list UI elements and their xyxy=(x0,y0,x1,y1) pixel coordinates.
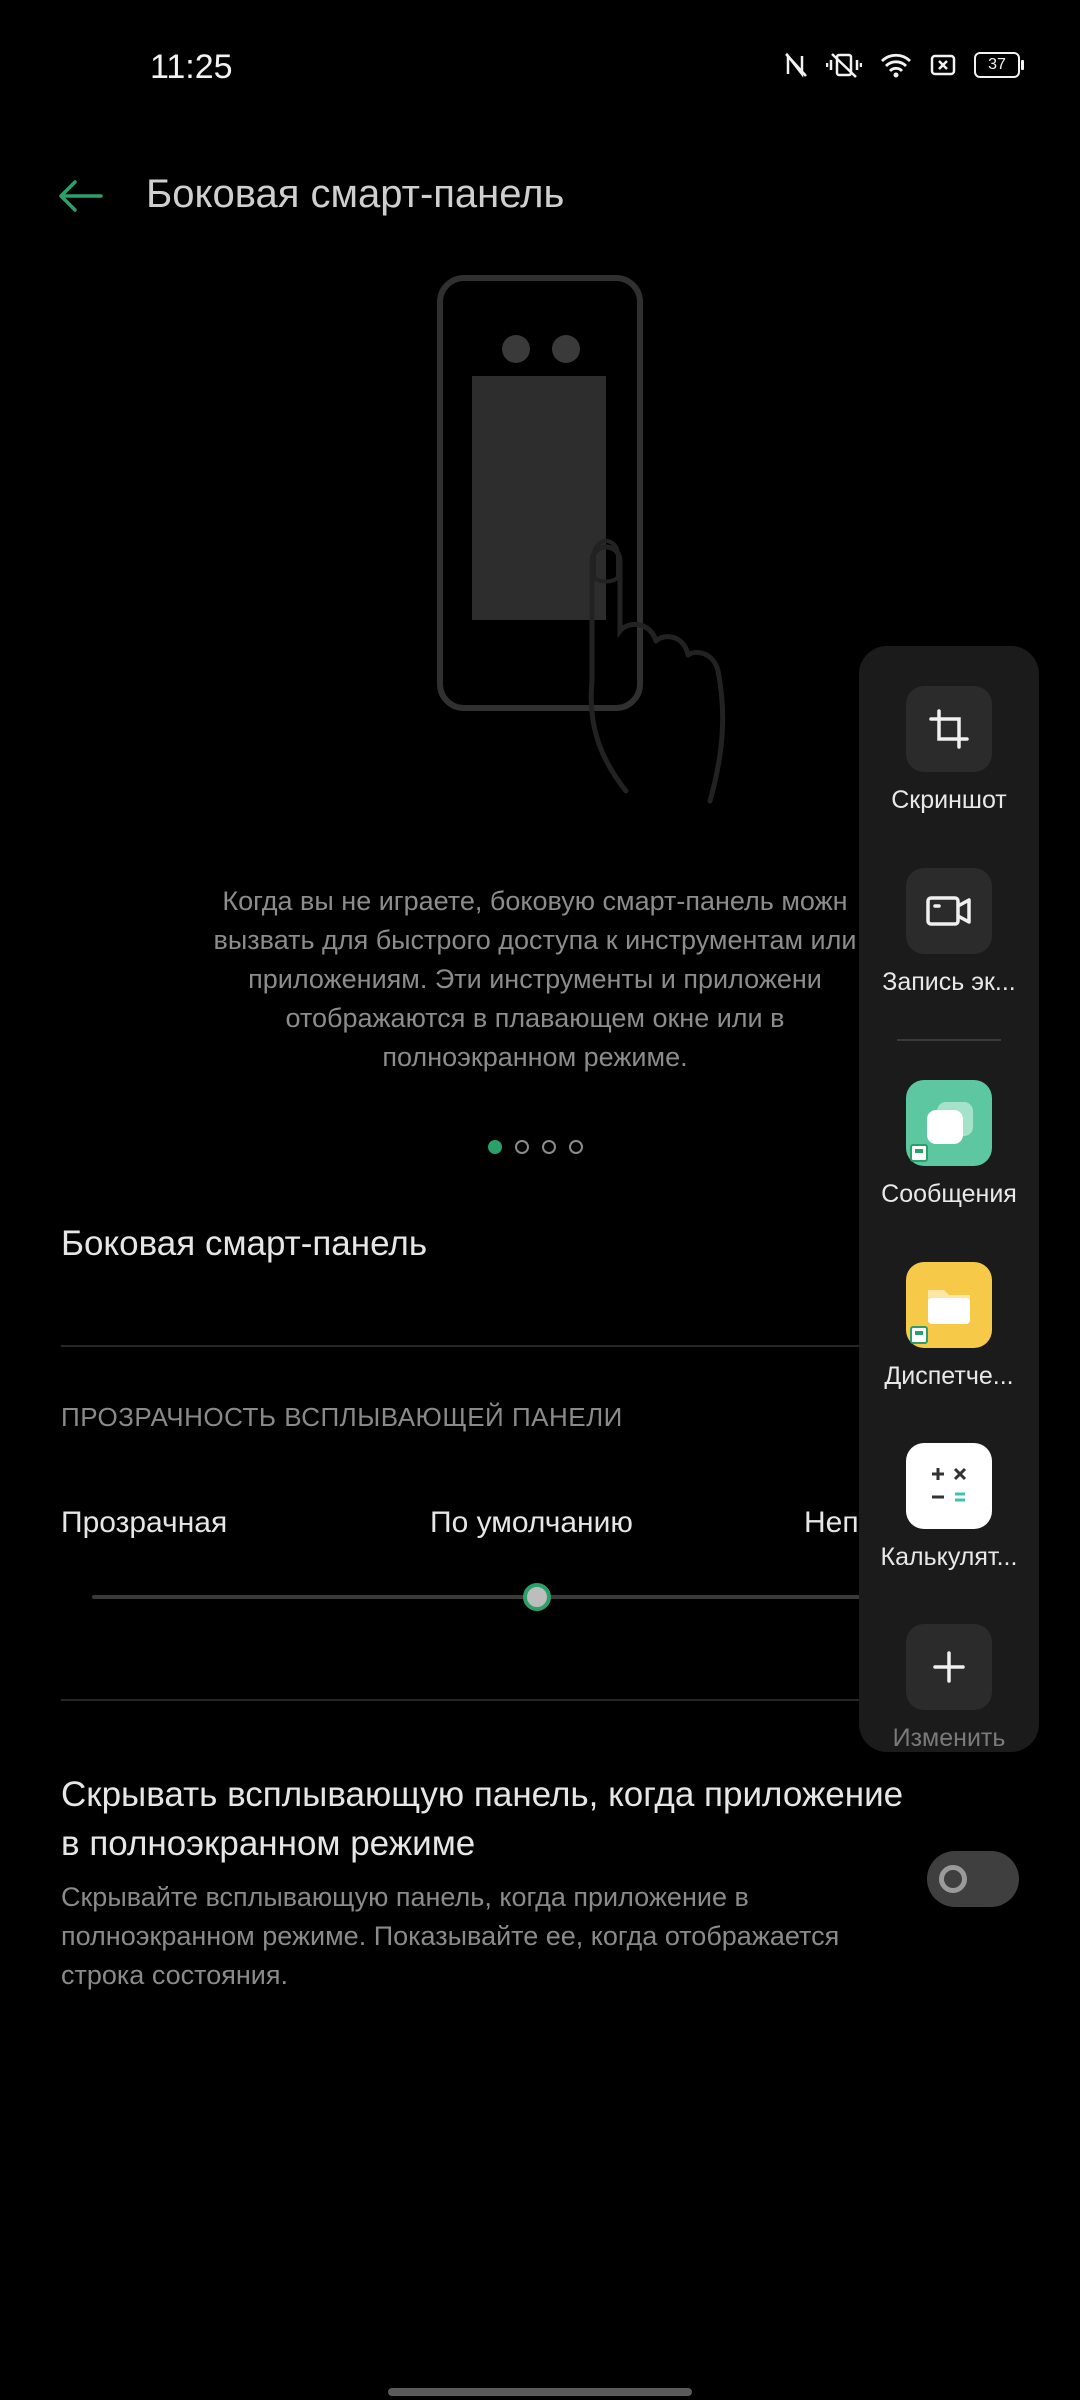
page-dot[interactable] xyxy=(542,1140,556,1154)
battery-icon: 37 xyxy=(974,52,1024,78)
floating-window-badge-icon xyxy=(910,1144,928,1162)
folder-icon xyxy=(906,1262,992,1348)
slider-label-opaque: Неп xyxy=(804,1506,859,1539)
hide-panel-fullscreen-description: Скрывайте всплывающую панель, когда прил… xyxy=(61,1882,840,1990)
tool-screenshot[interactable]: Скриншот xyxy=(859,686,1039,815)
plus-icon xyxy=(906,1624,992,1710)
page-dot[interactable] xyxy=(569,1140,583,1154)
page-dot[interactable] xyxy=(488,1140,502,1154)
tool-label: Запись эк... xyxy=(882,968,1016,996)
app-calculator[interactable]: Калькулят... xyxy=(859,1443,1039,1572)
pagination-dots[interactable] xyxy=(488,1140,583,1154)
nfc-off-icon xyxy=(784,52,808,78)
app-messages[interactable]: Сообщения xyxy=(859,1080,1039,1209)
tool-label: Скриншот xyxy=(891,786,1007,814)
smart-sidebar-panel[interactable]: Скриншот Запись эк... Сообщения Диспетче… xyxy=(859,646,1039,1752)
divider xyxy=(61,1345,861,1347)
slider-label-transparent: Прозрачная xyxy=(61,1506,228,1539)
floating-window-badge-icon xyxy=(910,1326,928,1344)
video-camera-icon xyxy=(906,868,992,954)
app-label: Диспетче... xyxy=(884,1362,1014,1390)
panel-divider xyxy=(897,1039,1001,1041)
slider-label-default: По умолчанию xyxy=(430,1506,633,1539)
page-dot[interactable] xyxy=(515,1140,529,1154)
smart-panel-toggle-label[interactable]: Боковая смарт-панель xyxy=(61,1224,427,1264)
status-time: 11:25 xyxy=(150,48,233,86)
app-file-manager[interactable]: Диспетче... xyxy=(859,1262,1039,1391)
edit-panel-button[interactable]: Изменить xyxy=(859,1624,1039,1752)
arrow-left-icon xyxy=(57,179,103,218)
calculator-icon xyxy=(906,1443,992,1529)
vibrate-off-icon xyxy=(826,52,862,78)
messages-icon xyxy=(906,1080,992,1166)
description-text: Когда вы не играете, боковую смарт-панел… xyxy=(213,886,857,1072)
divider xyxy=(61,1699,861,1701)
tool-screen-record[interactable]: Запись эк... xyxy=(859,868,1039,997)
transparency-slider-track[interactable] xyxy=(92,1595,872,1599)
sim-icon xyxy=(930,53,956,77)
switch-knob xyxy=(939,1865,967,1893)
hide-panel-fullscreen-switch[interactable] xyxy=(927,1851,1019,1907)
page-title: Боковая смарт-панель xyxy=(146,172,565,216)
status-icons: 37 xyxy=(784,52,1024,78)
phone-with-hand-swipe-illustration xyxy=(420,272,780,827)
hide-panel-fullscreen-title: Скрывать всплывающую панель, когда прило… xyxy=(61,1775,904,1863)
back-button[interactable] xyxy=(50,168,110,228)
home-indicator[interactable] xyxy=(388,2388,692,2396)
section-header-transparency: ПРОЗРАЧНОСТЬ ВСПЛЫВАЮЩЕЙ ПАНЕЛИ xyxy=(61,1402,623,1432)
wifi-icon xyxy=(880,52,912,78)
edit-label: Изменить xyxy=(892,1724,1006,1752)
app-label: Сообщения xyxy=(881,1180,1017,1208)
crop-icon xyxy=(906,686,992,772)
app-label: Калькулят... xyxy=(880,1543,1018,1571)
transparency-slider-thumb[interactable] xyxy=(523,1583,551,1611)
